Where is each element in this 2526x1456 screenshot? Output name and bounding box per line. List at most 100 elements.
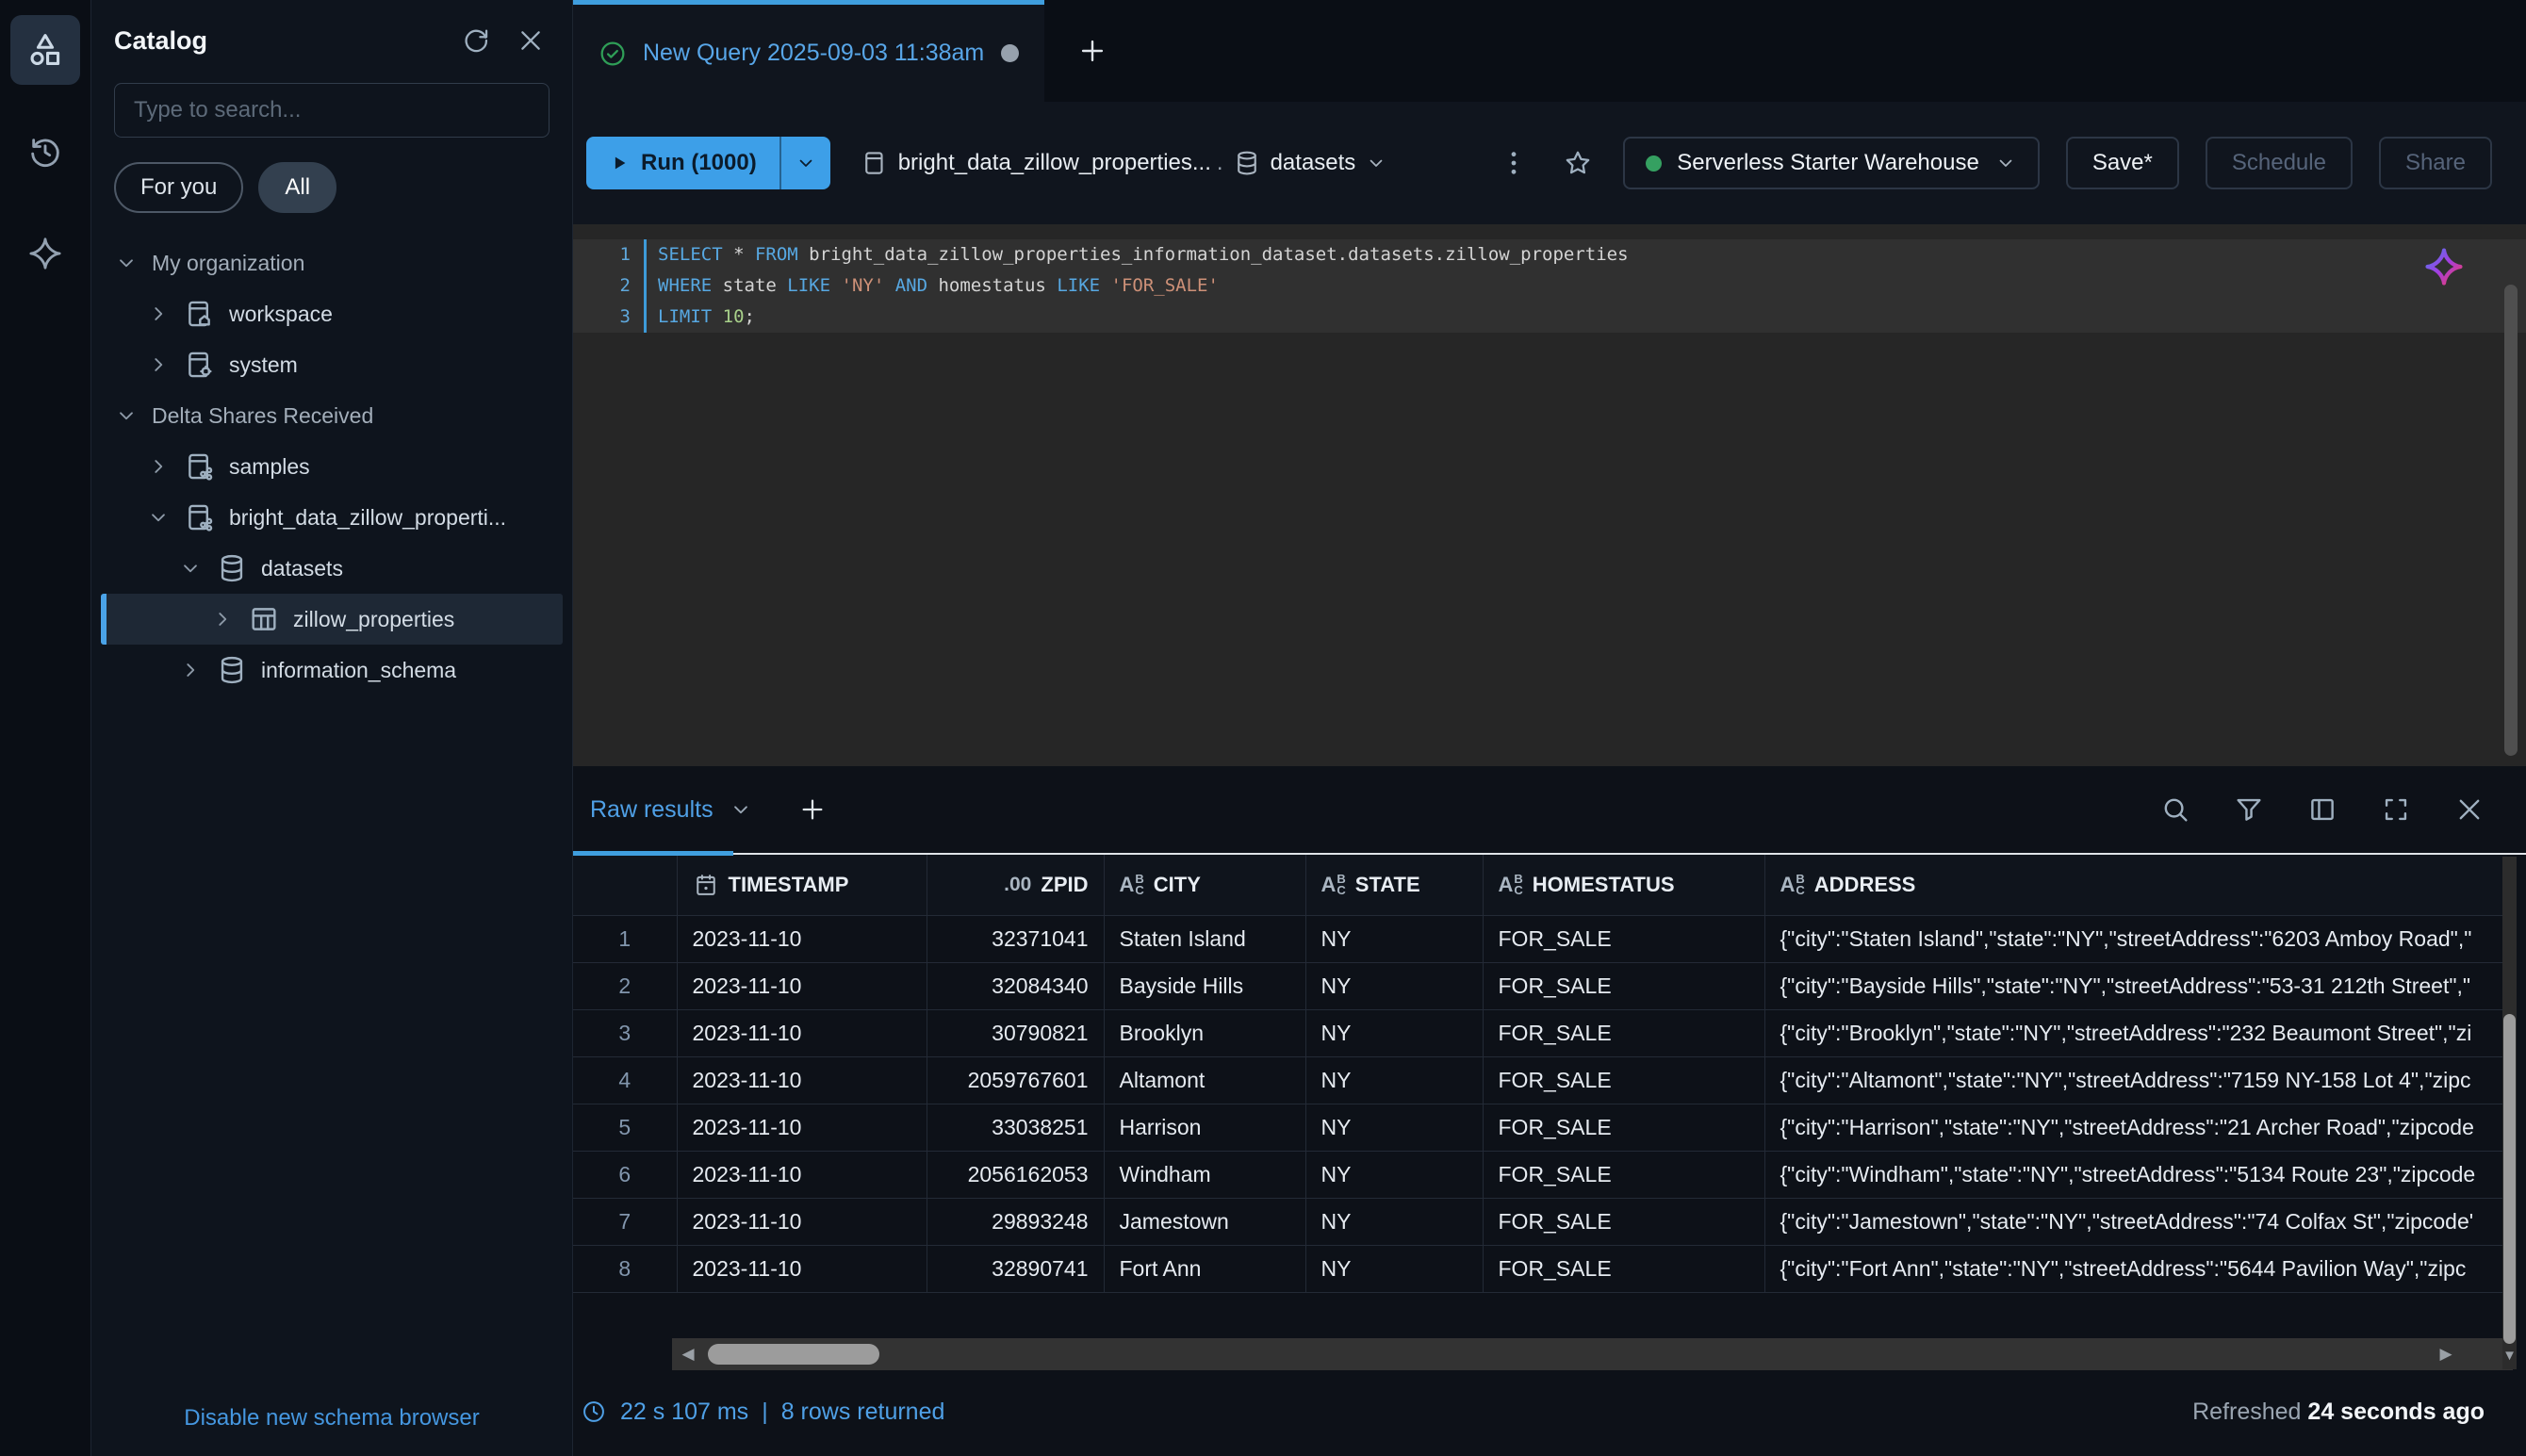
- cell-homestatus[interactable]: FOR_SALE: [1483, 1104, 1764, 1151]
- kebab-menu-button[interactable]: [1495, 144, 1533, 182]
- cell-city[interactable]: Staten Island: [1104, 915, 1305, 962]
- cell-state[interactable]: NY: [1305, 1104, 1483, 1151]
- cell-zpid[interactable]: 33038251: [927, 1104, 1104, 1151]
- filter-chip-for-you[interactable]: For you: [114, 162, 243, 213]
- add-visualization-button[interactable]: [793, 790, 832, 829]
- tree-item-delta-shares-received[interactable]: Delta Shares Received: [101, 390, 563, 441]
- new-tab-button[interactable]: [1071, 29, 1114, 73]
- chevron-right-icon[interactable]: [146, 454, 171, 479]
- scroll-left-arrow-icon[interactable]: ◀: [674, 1338, 702, 1370]
- tree-item-datasets[interactable]: datasets: [101, 543, 563, 594]
- cell-address[interactable]: {"city":"Altamont","state":"NY","streetA…: [1764, 1056, 2507, 1104]
- editor-vertical-scrollbar[interactable]: [2504, 285, 2518, 756]
- filter-results-button[interactable]: [2230, 791, 2268, 828]
- column-header-homestatus[interactable]: ABCHOMESTATUS: [1483, 855, 1764, 915]
- cell-homestatus[interactable]: FOR_SALE: [1483, 915, 1764, 962]
- tree-item-my-organization[interactable]: My organization: [101, 237, 563, 288]
- cell-zpid[interactable]: 2059767601: [927, 1056, 1104, 1104]
- cell-homestatus[interactable]: FOR_SALE: [1483, 962, 1764, 1009]
- cell-address[interactable]: {"city":"Brooklyn","state":"NY","streetA…: [1764, 1009, 2507, 1056]
- run-options-button[interactable]: [779, 137, 830, 189]
- horizontal-scrollbar[interactable]: ◀ ▶: [672, 1338, 2513, 1370]
- close-results-button[interactable]: [2451, 791, 2488, 828]
- catalog-nav-button[interactable]: [10, 15, 80, 85]
- cell-address[interactable]: {"city":"Staten Island","state":"NY","st…: [1764, 915, 2507, 962]
- cell-timestamp[interactable]: 2023-11-10: [677, 1245, 927, 1292]
- table-row-1[interactable]: 12023-11-1032371041Staten IslandNYFOR_SA…: [573, 915, 2507, 962]
- favorite-button[interactable]: [1559, 144, 1597, 182]
- cell-homestatus[interactable]: FOR_SALE: [1483, 1151, 1764, 1198]
- assistant-nav-button[interactable]: [10, 219, 80, 288]
- tree-item-information-schema[interactable]: information_schema: [101, 645, 563, 695]
- chevron-right-icon[interactable]: [146, 302, 171, 326]
- cell-timestamp[interactable]: 2023-11-10: [677, 962, 927, 1009]
- cell-address[interactable]: {"city":"Bayside Hills","state":"NY","st…: [1764, 962, 2507, 1009]
- raw-results-tab[interactable]: Raw results: [577, 796, 766, 824]
- query-tab[interactable]: New Query 2025-09-03 11:38am: [573, 0, 1044, 102]
- column-header-zpid[interactable]: .00ZPID: [927, 855, 1104, 915]
- chevron-right-icon[interactable]: [146, 352, 171, 377]
- schedule-button[interactable]: Schedule: [2206, 137, 2353, 189]
- close-sidebar-button[interactable]: [512, 22, 549, 59]
- fullscreen-button[interactable]: [2377, 791, 2415, 828]
- cell-address[interactable]: {"city":"Harrison","state":"NY","streetA…: [1764, 1104, 2507, 1151]
- cell-state[interactable]: NY: [1305, 1009, 1483, 1056]
- share-button[interactable]: Share: [2379, 137, 2492, 189]
- run-button[interactable]: Run (1000): [586, 137, 779, 189]
- refresh-button[interactable]: [457, 22, 495, 59]
- tree-item-samples[interactable]: samples: [101, 441, 563, 492]
- cell-state[interactable]: NY: [1305, 1151, 1483, 1198]
- chevron-down-icon[interactable]: [146, 505, 171, 530]
- cell-state[interactable]: NY: [1305, 1056, 1483, 1104]
- cell-address[interactable]: {"city":"Jamestown","state":"NY","street…: [1764, 1198, 2507, 1245]
- column-header-city[interactable]: ABCCITY: [1104, 855, 1305, 915]
- search-results-button[interactable]: [2157, 791, 2194, 828]
- cell-zpid[interactable]: 32371041: [927, 915, 1104, 962]
- cell-zpid[interactable]: 32084340: [927, 962, 1104, 1009]
- cell-city[interactable]: Altamont: [1104, 1056, 1305, 1104]
- scroll-right-arrow-icon[interactable]: ▶: [2432, 1338, 2460, 1370]
- catalog-schema-selector[interactable]: bright_data_zillow_properties... . datas…: [861, 149, 1398, 177]
- filter-chip-all[interactable]: All: [258, 162, 336, 213]
- cell-timestamp[interactable]: 2023-11-10: [677, 1009, 927, 1056]
- cell-state[interactable]: NY: [1305, 915, 1483, 962]
- disable-schema-browser-link[interactable]: Disable new schema browser: [184, 1405, 479, 1431]
- cell-address[interactable]: {"city":"Windham","state":"NY","streetAd…: [1764, 1151, 2507, 1198]
- tree-item-system[interactable]: system: [101, 339, 563, 390]
- table-row-5[interactable]: 52023-11-1033038251HarrisonNYFOR_SALE{"c…: [573, 1104, 2507, 1151]
- cell-city[interactable]: Harrison: [1104, 1104, 1305, 1151]
- cell-homestatus[interactable]: FOR_SALE: [1483, 1009, 1764, 1056]
- scroll-down-arrow-icon[interactable]: ▼: [2502, 1343, 2517, 1367]
- cell-homestatus[interactable]: FOR_SALE: [1483, 1245, 1764, 1292]
- cell-timestamp[interactable]: 2023-11-10: [677, 1198, 927, 1245]
- cell-state[interactable]: NY: [1305, 962, 1483, 1009]
- tree-item-bright-data-zillow-properti[interactable]: bright_data_zillow_properti...: [101, 492, 563, 543]
- horizontal-scroll-thumb[interactable]: [708, 1344, 879, 1365]
- cell-state[interactable]: NY: [1305, 1245, 1483, 1292]
- vertical-scrollbar[interactable]: ▼: [2502, 857, 2517, 1369]
- cell-city[interactable]: Windham: [1104, 1151, 1305, 1198]
- chevron-down-icon[interactable]: [178, 556, 203, 581]
- table-row-4[interactable]: 42023-11-102059767601AltamontNYFOR_SALE{…: [573, 1056, 2507, 1104]
- table-row-7[interactable]: 72023-11-1029893248JamestownNYFOR_SALE{"…: [573, 1198, 2507, 1245]
- cell-city[interactable]: Bayside Hills: [1104, 962, 1305, 1009]
- cell-city[interactable]: Brooklyn: [1104, 1009, 1305, 1056]
- cell-zpid[interactable]: 30790821: [927, 1009, 1104, 1056]
- toggle-panel-button[interactable]: [2304, 791, 2341, 828]
- cell-timestamp[interactable]: 2023-11-10: [677, 915, 927, 962]
- cell-address[interactable]: {"city":"Fort Ann","state":"NY","streetA…: [1764, 1245, 2507, 1292]
- cell-city[interactable]: Jamestown: [1104, 1198, 1305, 1245]
- cell-zpid[interactable]: 2056162053: [927, 1151, 1104, 1198]
- tree-item-workspace[interactable]: workspace: [101, 288, 563, 339]
- column-header-address[interactable]: ABCADDRESS: [1764, 855, 2507, 915]
- assistant-sparkle-icon[interactable]: [2422, 245, 2466, 288]
- cell-homestatus[interactable]: FOR_SALE: [1483, 1198, 1764, 1245]
- table-row-8[interactable]: 82023-11-1032890741Fort AnnNYFOR_SALE{"c…: [573, 1245, 2507, 1292]
- history-nav-button[interactable]: [10, 117, 80, 187]
- tree-item-zillow-properties[interactable]: zillow_properties: [101, 594, 563, 645]
- table-row-6[interactable]: 62023-11-102056162053WindhamNYFOR_SALE{"…: [573, 1151, 2507, 1198]
- save-button[interactable]: Save*: [2066, 137, 2179, 189]
- chevron-right-icon[interactable]: [178, 658, 203, 682]
- cell-state[interactable]: NY: [1305, 1198, 1483, 1245]
- column-header-timestamp[interactable]: TIMESTAMP: [677, 855, 927, 915]
